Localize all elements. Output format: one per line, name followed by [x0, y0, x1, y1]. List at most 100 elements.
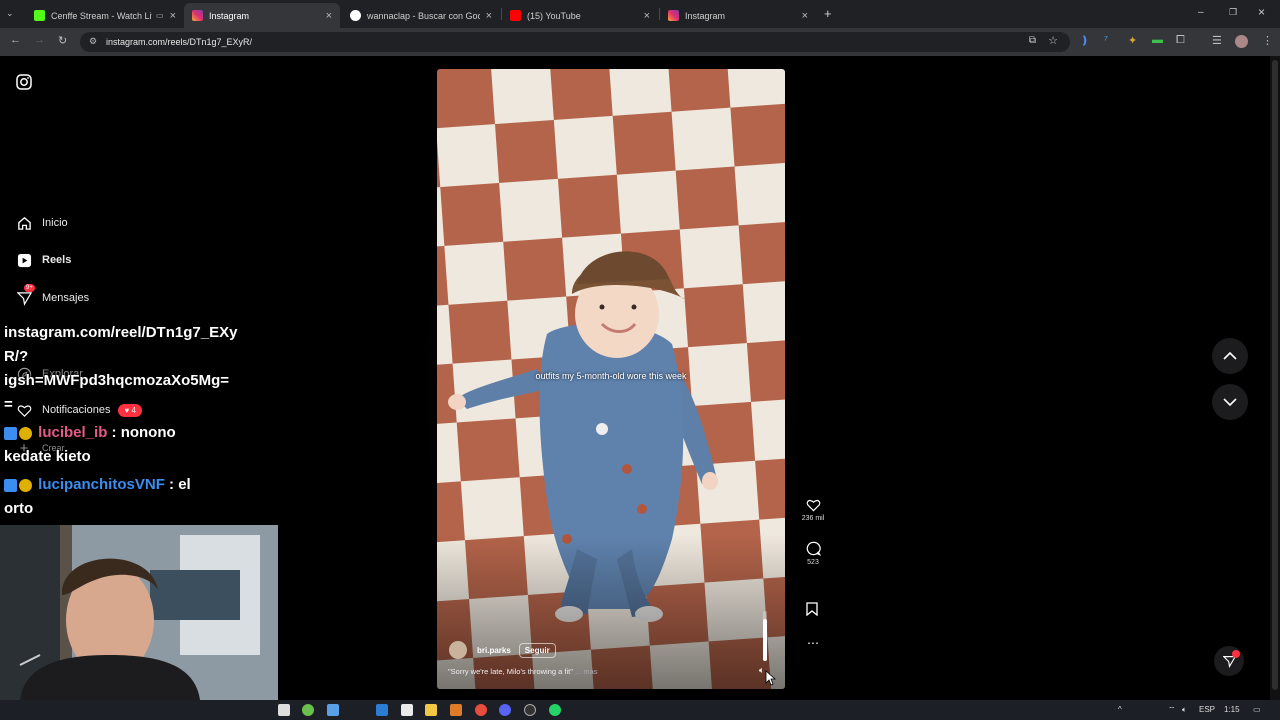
taskbar-app-icon[interactable]	[401, 704, 413, 716]
chat-text: : nonono	[111, 424, 176, 441]
address-bar[interactable]: ⚙ instagram.com/reels/DTn1g7_EXyR/ ⧉ ☆	[80, 32, 1070, 52]
previous-reel-button[interactable]	[1212, 338, 1248, 374]
tab-title: Instagram	[685, 10, 726, 21]
scrollbar-thumb[interactable]	[1272, 60, 1278, 690]
chat-username: lucibel_ib	[38, 424, 108, 441]
instagram-icon	[668, 10, 679, 21]
extension-4-icon[interactable]: ▬	[1152, 34, 1163, 46]
site-info-icon[interactable]: ⚙	[89, 36, 97, 47]
reels-icon	[16, 252, 32, 268]
back-icon[interactable]: ←	[10, 34, 21, 46]
tab-search-icon[interactable]: ⌄	[6, 8, 14, 19]
taskbar-app-icon[interactable]	[302, 704, 314, 716]
restore-button[interactable]: ❐	[1229, 7, 1237, 18]
next-reel-button[interactable]	[1212, 384, 1248, 420]
comment-icon	[806, 541, 821, 556]
taskbar-app-icon[interactable]	[327, 704, 339, 716]
tab-youtube[interactable]: (15) YouTube ×	[502, 3, 658, 28]
chat-link-line: =	[4, 396, 13, 413]
whatsapp-icon[interactable]	[549, 704, 561, 716]
close-tab-icon[interactable]: ×	[644, 10, 650, 22]
volume-fill	[763, 618, 767, 661]
sidebar-item-label: Mensajes	[42, 292, 90, 304]
volume-icon[interactable]: 🔈︎	[759, 665, 764, 676]
reload-icon[interactable]: ↻	[58, 34, 67, 47]
clock[interactable]: 1:15	[1224, 705, 1240, 714]
reel-video[interactable]: outfits my 5-month-old wore this week br…	[437, 69, 785, 689]
tab-instagram[interactable]: Instagram ×	[660, 3, 816, 28]
taskbar-app-icon[interactable]	[450, 704, 462, 716]
messages-badge: 9+	[24, 284, 35, 292]
notifications-icon[interactable]: ▭	[1253, 705, 1261, 714]
reel-overlay-text: outfits my 5-month-old wore this week	[535, 371, 687, 381]
messages-floating-button[interactable]	[1214, 646, 1244, 676]
minimize-button[interactable]: –	[1198, 7, 1204, 18]
sidebar-item-label: Inicio	[42, 217, 68, 229]
windows-taskbar: ^ ⌔ 🔈︎ ESP 1:15 ▭	[0, 700, 1280, 720]
close-window-button[interactable]: ×	[1258, 5, 1265, 19]
comment-button[interactable]: 523	[800, 541, 826, 566]
discord-icon[interactable]	[499, 704, 511, 716]
likes-count: 236 mil	[801, 515, 825, 522]
instagram-logo-icon[interactable]	[16, 74, 32, 95]
bot-badge-icon	[4, 426, 17, 440]
sidebar-item-label: Reels	[42, 254, 72, 266]
kick-icon	[34, 10, 45, 21]
install-app-icon[interactable]: ⧉	[1029, 35, 1036, 46]
messages-icon: 9+	[16, 284, 35, 306]
tray-chevron-icon[interactable]: ^	[1118, 705, 1122, 714]
tab-kick[interactable]: Cenffe Stream - Watch Live ▭ ×	[26, 3, 184, 28]
more-link[interactable]: ... más	[575, 667, 598, 676]
new-tab-button[interactable]: +	[824, 6, 832, 21]
extensions-puzzle-icon[interactable]: ⧠	[1176, 34, 1185, 47]
chat-link-line: igsh=MWFpd3hqcmozaXo5Mg=	[4, 372, 230, 389]
save-button[interactable]	[806, 602, 818, 619]
chevron-down-icon	[1223, 398, 1237, 407]
tab-google[interactable]: wannaclap - Buscar con Google ×	[342, 3, 500, 28]
tab-title: (15) YouTube	[527, 10, 581, 21]
close-tab-icon[interactable]: ×	[170, 10, 176, 22]
reading-list-icon[interactable]: ☰	[1212, 34, 1222, 47]
chat-text-continued: kedate kieto	[4, 448, 91, 465]
profile-avatar[interactable]	[1235, 35, 1248, 48]
obs-icon[interactable]	[524, 704, 536, 716]
chat-message: lucibel_ib : nonono kedate kieto	[4, 421, 176, 469]
taskbar-app-icon[interactable]	[278, 704, 290, 716]
like-button[interactable]: 236 mil	[800, 498, 826, 522]
follow-button[interactable]: Seguir	[518, 642, 556, 658]
sidebar-item-inicio[interactable]: Inicio	[16, 215, 68, 231]
extension-3-icon[interactable]: ✦	[1128, 34, 1137, 47]
taskbar-app-icon[interactable]	[376, 704, 388, 716]
author-avatar[interactable]	[449, 641, 467, 659]
author-row: bri.parks Seguir	[449, 641, 556, 659]
close-tab-icon[interactable]: ×	[326, 10, 332, 22]
tray-wifi-icon[interactable]: ⌔	[1168, 705, 1176, 715]
tab-instagram-active[interactable]: Instagram ×	[184, 3, 340, 28]
chat-link-line: R/?	[4, 348, 29, 365]
close-tab-icon[interactable]: ×	[486, 10, 492, 22]
bookmark-star-icon[interactable]: ☆	[1048, 34, 1058, 47]
more-options-icon[interactable]: ⋯	[807, 636, 819, 650]
chrome-icon[interactable]	[475, 704, 487, 716]
browser-toolbar: ← → ↻ ⚙ instagram.com/reels/DTn1g7_EXyR/…	[0, 28, 1280, 56]
forward-icon[interactable]: →	[34, 34, 45, 46]
chat-message: lucipanchitosVNF : el orto	[4, 473, 191, 521]
sidebar-item-mensajes[interactable]: 9+ Mensajes	[16, 284, 90, 306]
chat-text: : el	[169, 476, 191, 493]
page-scrollbar[interactable]	[1270, 56, 1280, 700]
author-username[interactable]: bri.parks	[477, 646, 511, 655]
file-explorer-icon[interactable]	[425, 704, 437, 716]
sidebar-item-reels[interactable]: Reels	[16, 252, 71, 268]
language-indicator[interactable]: ESP	[1199, 705, 1215, 714]
bookmark-icon	[806, 602, 818, 616]
chevron-up-icon	[1223, 351, 1237, 360]
extension-1-icon[interactable]: ❫	[1080, 34, 1089, 47]
close-tab-icon[interactable]: ×	[802, 10, 808, 22]
youtube-icon	[510, 10, 521, 21]
extension-2-icon[interactable]: ⁷	[1104, 34, 1108, 46]
picture-in-picture-icon: ▭	[156, 11, 164, 20]
menu-dots-icon[interactable]: ⋮	[1262, 34, 1273, 47]
home-icon	[16, 215, 32, 231]
volume-slider[interactable]	[761, 611, 769, 661]
tray-volume-icon[interactable]: 🔈︎	[1182, 705, 1187, 715]
